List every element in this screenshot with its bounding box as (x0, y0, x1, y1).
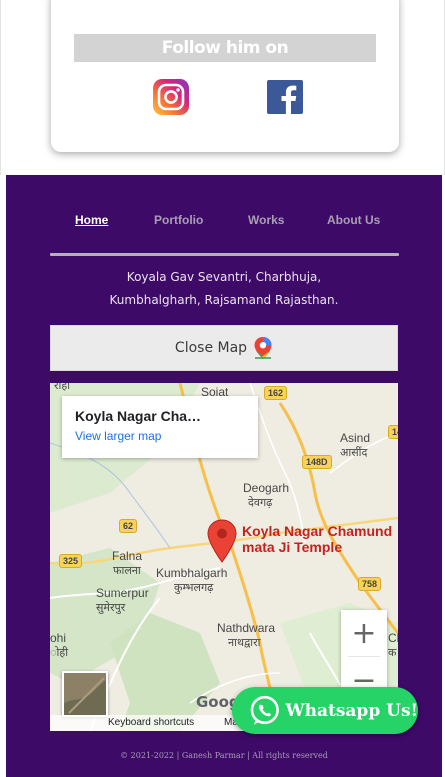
map-place-sumerpur: Sumerpur (96, 586, 149, 600)
nav-about-us[interactable]: About Us (327, 213, 380, 227)
close-map-label: Close Map (174, 340, 248, 356)
keyboard-shortcuts-link[interactable]: Keyboard shortcuts (108, 717, 194, 728)
satellite-toggle[interactable] (62, 671, 108, 717)
address: Koyala Gav Sevantri, Charbhuja, Kumbhalg… (50, 266, 398, 312)
pin-label: Koyla Nagar Chamund mata Ji Temple (242, 523, 392, 555)
nav-divider (50, 253, 399, 256)
map-place-falna-hi: फालना (113, 565, 141, 577)
place-name: Koyla Nagar Cha… (75, 408, 202, 424)
zoom-in-button[interactable]: + (341, 610, 387, 656)
map-place-kumbhalgarh: Kumbhalgarh (156, 566, 228, 580)
place-info-card: Koyla Nagar Cha… View larger map (62, 396, 258, 458)
copyright-text: © 2021-2022 | Ganesh Parmar | All rights… (120, 751, 328, 760)
view-larger-map-link[interactable]: View larger map (75, 429, 245, 443)
map-place-sumerpur-hi: सुमेरपुर (96, 602, 126, 614)
address-line-1: Koyala Gav Sevantri, Charbhuja, (126, 270, 322, 284)
nav-portfolio[interactable]: Portfolio (154, 213, 203, 227)
map-place-kumbhalgarh-hi: कुम्भलगढ़ (174, 582, 214, 594)
map-pin-icon (254, 337, 272, 359)
whatsapp-icon (250, 695, 279, 725)
map-place-falna: Falna (112, 549, 143, 563)
map-place-tophi: रोही (54, 383, 71, 392)
follow-banner: Follow him on (74, 34, 376, 62)
whatsapp-button[interactable]: Whatsapp Us! (232, 687, 418, 734)
follow-heading: Follow him on (161, 38, 289, 58)
top-section: Follow him on (0, 0, 445, 175)
map-place-asind: Asind (340, 431, 371, 445)
whatsapp-label: Whatsapp Us! (285, 700, 418, 721)
location-pin-icon[interactable] (206, 519, 238, 563)
road-148d: 148D (302, 455, 332, 469)
map-place-deogarh-hi: देवगढ़ (248, 497, 273, 509)
close-map-button[interactable]: Close Map (50, 325, 398, 371)
map-place-right-cl: Cl (388, 631, 398, 645)
nav-home[interactable]: Home (75, 213, 108, 227)
road-325: 325 (59, 554, 83, 568)
instagram-icon[interactable] (153, 79, 189, 115)
road-758: 758 (358, 577, 382, 591)
map-place-left-edge-hi: ोही (50, 647, 69, 659)
satellite-preview-icon (64, 673, 106, 715)
map-place-asind-hi: आसींद (340, 447, 368, 459)
map-place-deogarh: Deogarh (243, 481, 290, 495)
pin-label-line-1: Koyla Nagar Chamund (242, 523, 393, 539)
address-line-2: Kumbhalgharh, Rajsamand Rajasthan. (109, 293, 339, 307)
map-place-nathdwara: Nathdwara (217, 621, 276, 635)
pin-label-line-2: mata Ji Temple (242, 539, 343, 555)
map-place-left-edge: ohi (50, 631, 67, 645)
map-place-nathdwara-hi: नाथद्वारा (228, 637, 261, 649)
social-card: Follow him on (51, 0, 399, 152)
road-14: 14 (388, 425, 398, 439)
embedded-map[interactable]: रोही Soiat 162 14 Asind आसींद 148D Deoga… (50, 383, 398, 731)
map-place-right-k: क (388, 647, 397, 659)
footer-nav: Home Portfolio Works About Us (50, 213, 398, 229)
road-162: 162 (264, 386, 288, 400)
nav-works[interactable]: Works (248, 213, 284, 227)
facebook-icon[interactable] (267, 80, 303, 114)
road-62: 62 (119, 519, 138, 533)
